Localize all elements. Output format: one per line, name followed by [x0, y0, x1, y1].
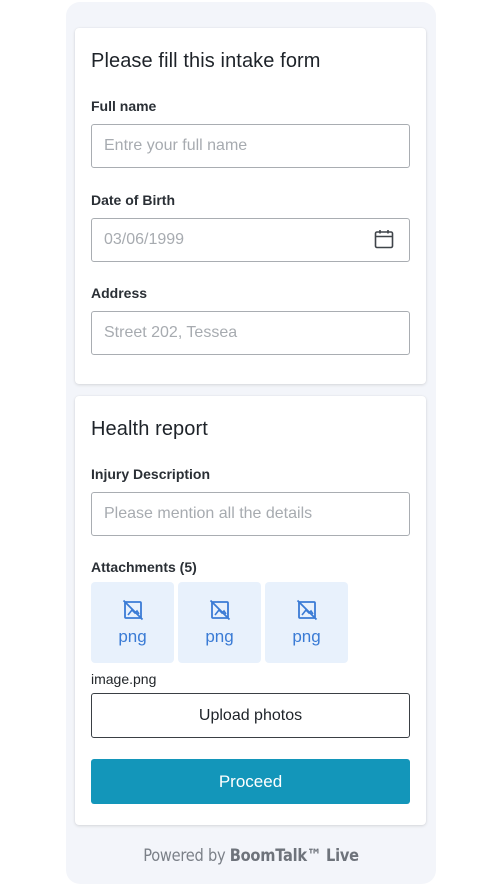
dob-label: Date of Birth	[91, 192, 175, 208]
intake-form-title: Please fill this intake form	[91, 50, 321, 72]
health-report-card: Health report Injury Description Attachm…	[75, 396, 426, 825]
dob-input[interactable]	[91, 218, 410, 262]
intake-form-card: Please fill this intake form Full name D…	[75, 28, 426, 384]
attachments-label: Attachments (5)	[91, 559, 197, 575]
attachment-extension: png	[118, 626, 147, 646]
attachment-filename: image.png	[91, 671, 157, 687]
attachment-extension: png	[205, 626, 234, 646]
full-name-input[interactable]	[91, 124, 410, 168]
attachment-thumbnail[interactable]: png	[91, 582, 174, 663]
injury-description-label: Injury Description	[91, 466, 211, 482]
powered-by-footer: Powered by BoomTalk™ Live	[92, 846, 410, 866]
dob-field-wrapper	[75, 218, 426, 262]
upload-photos-button[interactable]: Upload photos	[91, 693, 410, 738]
address-label: Address	[91, 285, 148, 301]
broken-image-icon	[296, 599, 317, 620]
attachment-thumbnail[interactable]: png	[265, 582, 348, 663]
health-report-title: Health report	[91, 418, 208, 440]
attachment-thumbnail[interactable]: png	[178, 582, 261, 663]
proceed-button[interactable]: Proceed	[91, 759, 410, 804]
full-name-label: Full name	[91, 98, 157, 114]
address-input[interactable]	[91, 311, 410, 355]
attachments-grid: png png png	[91, 582, 348, 663]
broken-image-icon	[122, 599, 143, 620]
brand-name: BoomTalk™ Live	[229, 846, 359, 866]
injury-description-input[interactable]	[91, 492, 410, 536]
attachment-extension: png	[292, 626, 321, 646]
powered-by-text: Powered by	[143, 846, 230, 866]
broken-image-icon	[209, 599, 230, 620]
